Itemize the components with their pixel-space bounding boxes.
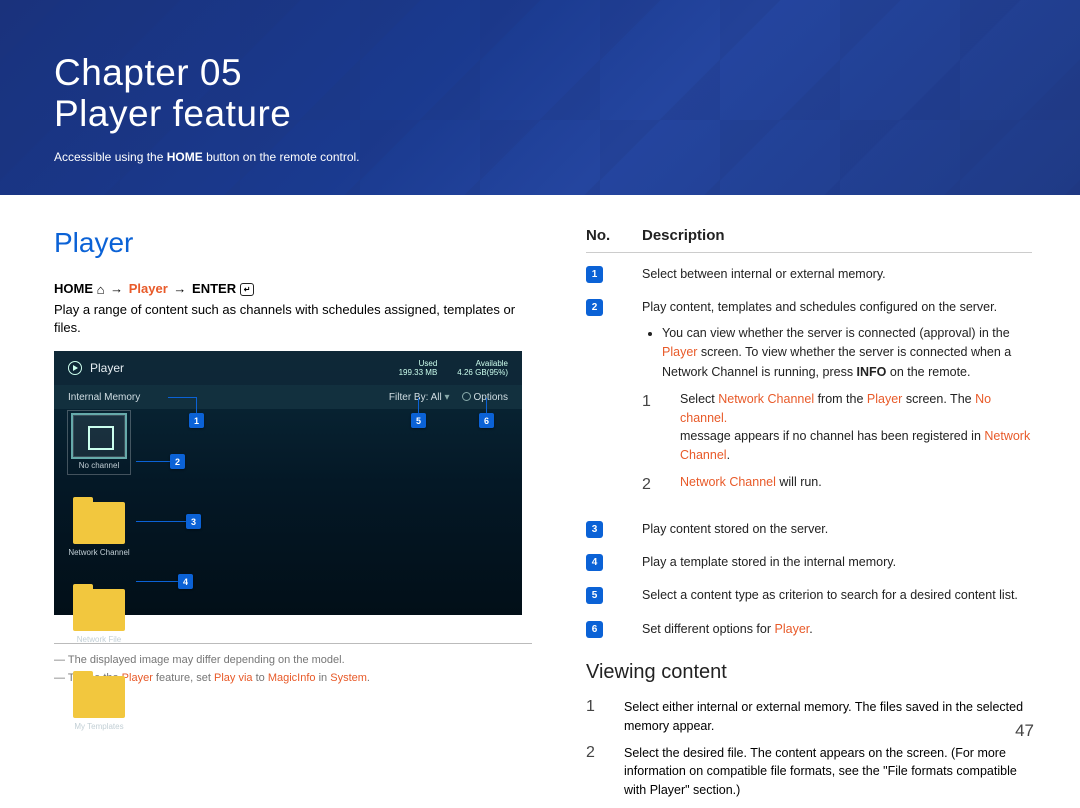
cell-network-channel: Network Channel (68, 502, 130, 557)
badge-2: 2 (586, 299, 603, 316)
cell-no-channel: No channel (68, 411, 130, 474)
filter-label: Filter By: All ▾ (389, 392, 450, 403)
breadcrumb: HOME ⌂ → Player → ENTER ↵ (54, 281, 532, 297)
table-row: 4 Play a template stored in the internal… (586, 553, 1032, 572)
right-column: No. Description 1 Select between interna… (586, 227, 1032, 808)
chevron-down-icon: ▾ (445, 392, 450, 403)
sub-step: 1 Select Network Channel from the Player… (642, 390, 1032, 465)
left-column: Player HOME ⌂ → Player → ENTER ↵ Play a … (54, 227, 532, 808)
viewing-step: 1 Select either internal or external mem… (586, 698, 1032, 736)
player-screenshot: Player Used199.33 MB Available4.26 GB(95… (54, 351, 522, 615)
badge-3: 3 (586, 521, 603, 538)
folder-icon (73, 502, 125, 544)
table-row: 3 Play content stored on the server. (586, 520, 1032, 539)
page-body: Player HOME ⌂ → Player → ENTER ↵ Play a … (0, 195, 1080, 808)
table-header: No. Description (586, 227, 1032, 253)
callout-3: 3 (186, 514, 201, 529)
callout-6: 6 (479, 413, 494, 428)
lead-text: Play a range of content such as channels… (54, 301, 532, 337)
chapter-label: Chapter 05 (54, 53, 1026, 94)
badge-4: 4 (586, 554, 603, 571)
callout-2: 2 (170, 454, 185, 469)
viewing-step: 2 Select the desired file. The content a… (586, 744, 1032, 800)
callout-1: 1 (189, 413, 204, 428)
home-icon: ⌂ (97, 282, 105, 297)
folder-icon (73, 676, 125, 718)
hero-banner: Chapter 05 Player feature Accessible usi… (0, 0, 1080, 195)
enter-icon: ↵ (240, 283, 255, 296)
badge-5: 5 (586, 587, 603, 604)
shot-titlebar: Player Used199.33 MB Available4.26 GB(95… (54, 351, 522, 385)
callout-4: 4 (178, 574, 193, 589)
badge-6: 6 (586, 621, 603, 638)
internal-memory-label: Internal Memory (68, 392, 140, 403)
folder-icon (73, 589, 125, 631)
play-icon (68, 361, 82, 375)
page-number: 47 (1015, 721, 1034, 741)
cell-my-templates: My Templates (68, 676, 130, 731)
table-row: 5 Select a content type as criterion to … (586, 586, 1032, 605)
table-row: 2 Play content, templates and schedules … (586, 298, 1032, 505)
shot-toolbar: Internal Memory Filter By: All ▾ Options (54, 385, 522, 409)
hero-subtitle: Accessible using the HOME button on the … (54, 150, 1026, 164)
gear-icon (462, 392, 471, 401)
badge-1: 1 (586, 266, 603, 283)
page-title: Player feature (54, 94, 1026, 135)
section-title: Player (54, 227, 532, 259)
table-row: 1 Select between internal or external me… (586, 265, 1032, 284)
options-label: Options (462, 392, 508, 403)
shot-grid: No channel Network Channel Network File … (54, 409, 522, 737)
table-row: 6 Set different options for Player. (586, 620, 1032, 639)
viewing-content-title: Viewing content (586, 661, 1032, 684)
cell-network-file: Network File (68, 589, 130, 644)
calendar-icon (73, 415, 125, 457)
sub-step: 2 Network Channel will run. (642, 473, 1032, 498)
callout-5: 5 (411, 413, 426, 428)
